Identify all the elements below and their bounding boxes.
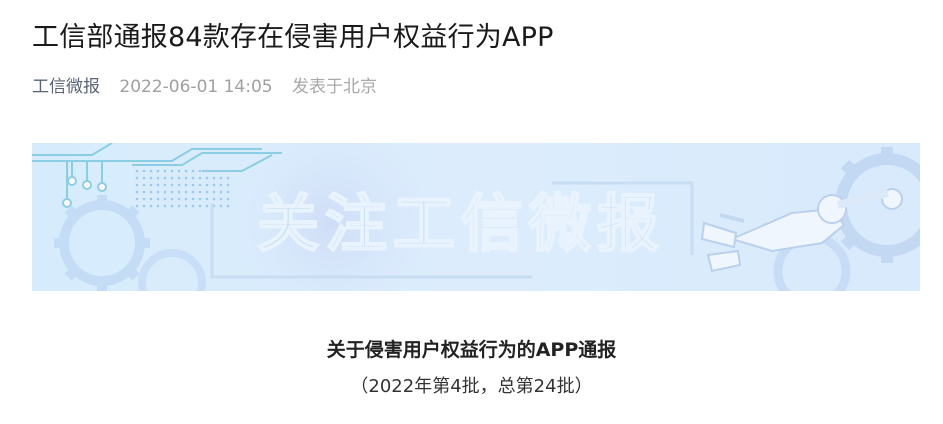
publish-location: 发表于北京: [292, 77, 378, 97]
notice-heading: 关于侵害用户权益行为的APP通报: [326, 339, 617, 361]
banner-watermark-text: 关注工信微报: [256, 187, 666, 260]
article-title: 工信部通报84款存在侵害用户权益行为APP: [32, 22, 554, 53]
article-meta: 工信微报 2022-06-01 14:05 发表于北京: [32, 75, 377, 99]
author-link[interactable]: 工信微报: [32, 77, 100, 97]
publish-date: 2022-06-01 14:05: [119, 77, 273, 97]
notice-subheading: （2022年第4批，总第24批）: [350, 376, 593, 397]
banner-image: 关注工信微报: [32, 143, 920, 291]
